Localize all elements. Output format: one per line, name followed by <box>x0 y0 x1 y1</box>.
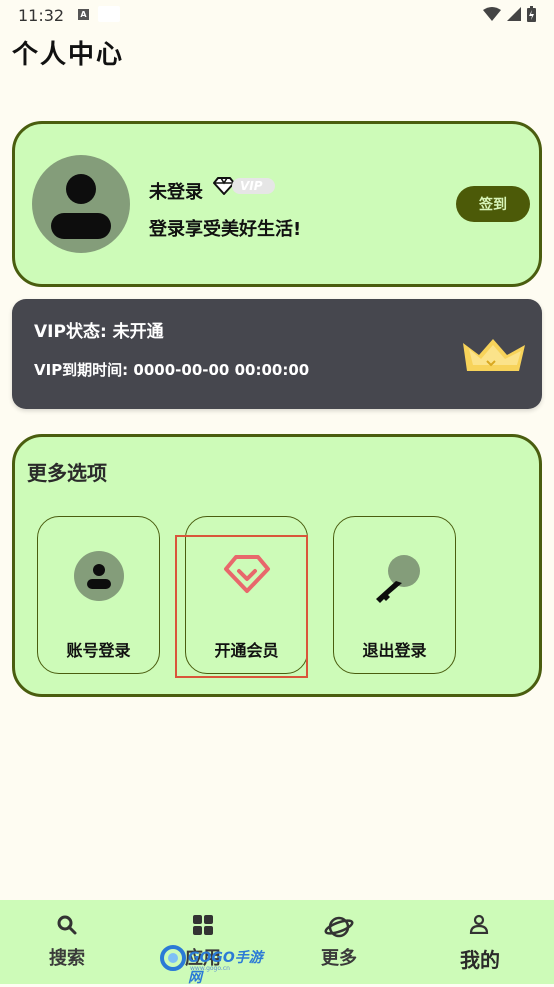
diamond-icon <box>224 555 270 593</box>
nav-mine-label: 我的 <box>460 948 500 972</box>
user-name[interactable]: 未登录 <box>149 178 203 204</box>
crown-icon <box>463 339 525 371</box>
login-slogan: 登录享受美好生活! <box>149 219 302 240</box>
open-membership-label: 开通会员 <box>214 641 279 660</box>
bottom-nav: 搜索 应用 更多 我的 <box>0 900 554 984</box>
gogo-logo-icon <box>160 945 186 971</box>
nav-search[interactable]: 搜索 <box>12 900 122 984</box>
account-login-label: 账号登录 <box>66 641 131 660</box>
nav-search-label: 搜索 <box>49 948 85 969</box>
logout-option[interactable]: 退出登录 <box>333 516 456 674</box>
search-icon <box>57 915 77 935</box>
vip-status-card: VIP状态: 未开通 VIP到期时间: 0000-00-00 00:00:00 <box>12 299 542 409</box>
nav-more[interactable]: 更多 <box>284 900 394 984</box>
profile-card: 未登录 VIP 登录享受美好生活! 签到 <box>12 121 542 287</box>
vip-expire-text: VIP到期时间: 0000-00-00 00:00:00 <box>34 361 310 379</box>
key-icon <box>376 555 420 603</box>
apps-icon <box>193 915 213 935</box>
planet-icon <box>324 916 354 938</box>
open-membership-option[interactable]: 开通会员 <box>185 516 308 674</box>
battery-icon <box>527 6 536 22</box>
more-options-title: 更多选项 <box>27 461 107 485</box>
signal-icon <box>507 7 521 21</box>
status-time: 11:32 <box>18 6 65 25</box>
status-bar: 11:32 A <box>0 0 554 30</box>
vip-badge: VIP <box>213 177 275 195</box>
person-icon <box>469 914 489 934</box>
more-options-card: 更多选项 账号登录 开通会员 退出登录 <box>12 434 542 697</box>
default-avatar-icon <box>51 174 111 239</box>
nav-more-label: 更多 <box>321 948 357 969</box>
nav-mine[interactable]: 我的 <box>425 900 535 984</box>
account-login-option[interactable]: 账号登录 <box>37 516 160 674</box>
notification-box-icon <box>98 6 120 22</box>
gogo-watermark: GOGO手游网 www.gogo.cn <box>160 945 270 986</box>
user-icon <box>74 551 124 601</box>
vip-badge-label: VIP <box>232 178 275 194</box>
wifi-icon <box>483 7 501 21</box>
checkin-button[interactable]: 签到 <box>456 186 530 222</box>
logout-label: 退出登录 <box>362 641 427 660</box>
avatar[interactable] <box>32 155 130 253</box>
page-title: 个人中心 <box>12 40 125 70</box>
status-icons <box>483 6 536 22</box>
watermark-sub: www.gogo.cn <box>190 965 230 972</box>
notification-a-icon: A <box>78 9 89 20</box>
vip-status-text: VIP状态: 未开通 <box>34 322 164 342</box>
